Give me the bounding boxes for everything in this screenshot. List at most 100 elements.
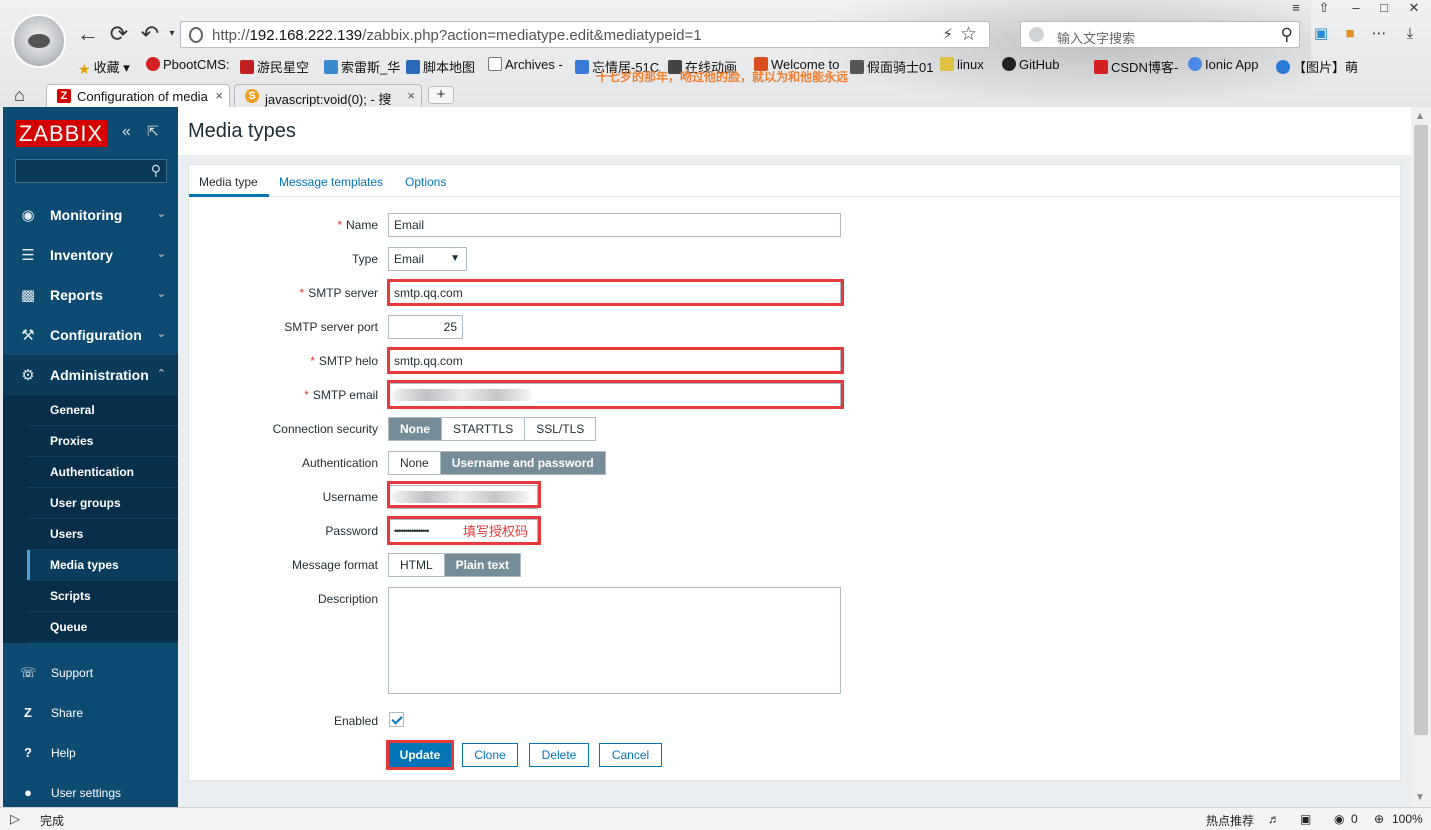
close-window-icon[interactable]: ✕ [1402, 0, 1426, 18]
sidebar-item-reports[interactable]: ▩ Reports ⌄ [3, 275, 178, 315]
message-format-html[interactable]: HTML [389, 554, 445, 576]
chevron-up-icon: ⌃ [156, 368, 166, 380]
undo-button[interactable]: ↶ [138, 22, 162, 46]
menu-icon[interactable]: ≡ [1284, 0, 1308, 18]
user-avatar[interactable] [12, 14, 66, 68]
vertical-scrollbar[interactable]: ▲ ▼ [1411, 107, 1431, 807]
sidebar-search-input[interactable]: ⚲ [15, 159, 167, 183]
clone-button[interactable]: Clone [462, 743, 518, 767]
minimize-icon[interactable]: – [1344, 0, 1368, 18]
bookmark-favorites[interactable]: ★ 收藏 ▾ [78, 57, 130, 77]
sidebar-item-share[interactable]: Z Share [3, 693, 178, 733]
sidebar-item-configuration[interactable]: ⚒ Configuration ⌄ [3, 315, 178, 355]
close-tab-icon[interactable]: × [407, 88, 415, 103]
authentication-none[interactable]: None [389, 452, 441, 474]
sidebar-toggle-icon[interactable]: ▷ [10, 811, 20, 827]
home-icon[interactable]: ⌂ [14, 85, 25, 106]
sidebar-item-support[interactable]: ☏ Support [3, 653, 178, 693]
tab-options[interactable]: Options [405, 175, 446, 189]
zoom-level[interactable]: 100% [1392, 812, 1423, 826]
name-input[interactable]: Email [388, 213, 841, 237]
description-textarea[interactable] [388, 587, 841, 694]
zabbix-logo[interactable]: ZABBIX [15, 120, 107, 147]
type-selected-value: Email [394, 252, 425, 266]
cancel-button[interactable]: Cancel [599, 743, 662, 767]
update-button[interactable]: Update [389, 743, 451, 767]
maximize-icon[interactable]: □ [1372, 0, 1396, 18]
submenu-item-queue[interactable]: Queue [27, 612, 178, 643]
site-info-icon[interactable] [189, 27, 203, 43]
bookmark-item[interactable]: 假面骑士01 [850, 57, 933, 76]
message-format-plain-text[interactable]: Plain text [444, 554, 521, 576]
refresh-button[interactable]: ⟳ [107, 22, 131, 46]
scroll-down-icon[interactable]: ▼ [1415, 792, 1425, 803]
new-tab-button[interactable]: + [428, 86, 454, 104]
smtp-helo-input[interactable]: smtp.qq.com [388, 349, 841, 373]
main-content: Media types Media type Message templates… [178, 107, 1411, 807]
extension-icon[interactable]: ■ [1340, 24, 1360, 44]
sidebar-item-help[interactable]: ? Help [3, 733, 178, 773]
tab-media-type[interactable]: Media type [199, 175, 258, 189]
bookmark-item[interactable]: 游民星空 [240, 57, 309, 76]
translate-icon[interactable]: ▣ [1311, 24, 1331, 44]
bookmark-item[interactable]: PbootCMS: [146, 57, 229, 72]
tab-search[interactable]: S javascript:void(0); - 搜 × [234, 84, 422, 107]
scroll-up-icon[interactable]: ▲ [1415, 111, 1425, 122]
kiosk-mode-icon[interactable]: ⇱ [147, 123, 159, 140]
skin-icon[interactable]: ⇧ [1312, 0, 1336, 18]
browser-search[interactable]: 输入文字搜索 ⚲ [1020, 21, 1300, 48]
lightning-icon[interactable]: ⚡ [942, 25, 953, 43]
submenu-item-general[interactable]: General [27, 395, 178, 426]
sidebar-item-inventory[interactable]: ☰ Inventory ⌄ [3, 235, 178, 275]
bookmark-item[interactable]: linux [940, 57, 984, 72]
adblock-icon[interactable]: ◉ [1334, 812, 1344, 826]
collapse-sidebar-icon[interactable]: « [122, 123, 131, 141]
type-select[interactable]: Email ▼ [388, 247, 467, 271]
smtp-port-input[interactable]: 25 [388, 315, 463, 339]
search-icon[interactable]: ⚲ [1281, 25, 1293, 45]
submenu-item-authentication[interactable]: Authentication [27, 457, 178, 488]
connection-security-starttls[interactable]: STARTTLS [442, 418, 526, 440]
chevron-down-icon: ⌄ [156, 328, 166, 340]
zoom-icon[interactable]: ⊕ [1374, 812, 1384, 826]
submenu-item-users[interactable]: Users [27, 519, 178, 550]
submenu-item-scripts[interactable]: Scripts [27, 581, 178, 612]
tab-message-templates[interactable]: Message templates [279, 175, 383, 189]
bookmark-item[interactable]: CSDN博客- [1094, 57, 1178, 76]
camera-icon[interactable]: ▣ [1300, 812, 1311, 826]
delete-button[interactable]: Delete [529, 743, 589, 767]
back-button[interactable]: ← [76, 22, 100, 46]
star-icon[interactable]: ☆ [960, 23, 977, 46]
bookmark-item[interactable]: Archives - [488, 57, 563, 72]
sidebar-item-label: User settings [51, 786, 122, 800]
close-tab-icon[interactable]: × [215, 88, 223, 103]
bookmark-item[interactable]: 【图片】萌 [1276, 57, 1358, 76]
hot-news-link[interactable]: 热点推荐 [1206, 812, 1254, 829]
smtp-server-input[interactable]: smtp.qq.com [388, 281, 841, 305]
search-icon[interactable]: ⚲ [151, 162, 161, 179]
bookmark-item[interactable]: 脚本地图 [406, 57, 475, 76]
tab-zabbix[interactable]: Z Configuration of media × [46, 84, 230, 107]
bookmark-item[interactable]: Ionic App [1188, 57, 1259, 72]
chevron-down-icon: ⌄ [156, 248, 166, 260]
connection-security-none[interactable]: None [389, 418, 442, 440]
search-engine-icon[interactable] [1029, 27, 1044, 42]
sogou-favicon: S [245, 89, 259, 103]
submenu-item-user-groups[interactable]: User groups [27, 488, 178, 519]
authentication-username-password[interactable]: Username and password [440, 452, 605, 474]
menu-dots-icon[interactable]: ⋯ [1369, 24, 1389, 44]
speaker-icon[interactable]: ♬ [1268, 812, 1280, 826]
enabled-checkbox[interactable] [389, 712, 404, 727]
bookmark-item[interactable]: 索雷斯_华 [324, 57, 400, 76]
address-bar[interactable]: http://192.168.222.139/zabbix.php?action… [180, 21, 990, 48]
sidebar-item-monitoring[interactable]: ◉ Monitoring ⌄ [3, 195, 178, 235]
submenu-item-proxies[interactable]: Proxies [27, 426, 178, 457]
message-format-switch: HTML Plain text [388, 553, 522, 577]
scroll-thumb[interactable] [1414, 125, 1428, 735]
connection-security-ssltls[interactable]: SSL/TLS [525, 418, 595, 440]
submenu-item-media-types[interactable]: Media types [27, 550, 178, 581]
address-url: http://192.168.222.139/zabbix.php?action… [212, 27, 702, 44]
bookmark-item[interactable]: GitHub [1002, 57, 1059, 72]
download-icon[interactable]: ⤓ [1400, 24, 1420, 44]
sidebar-item-administration[interactable]: ⚙ Administration ⌃ [3, 355, 178, 395]
